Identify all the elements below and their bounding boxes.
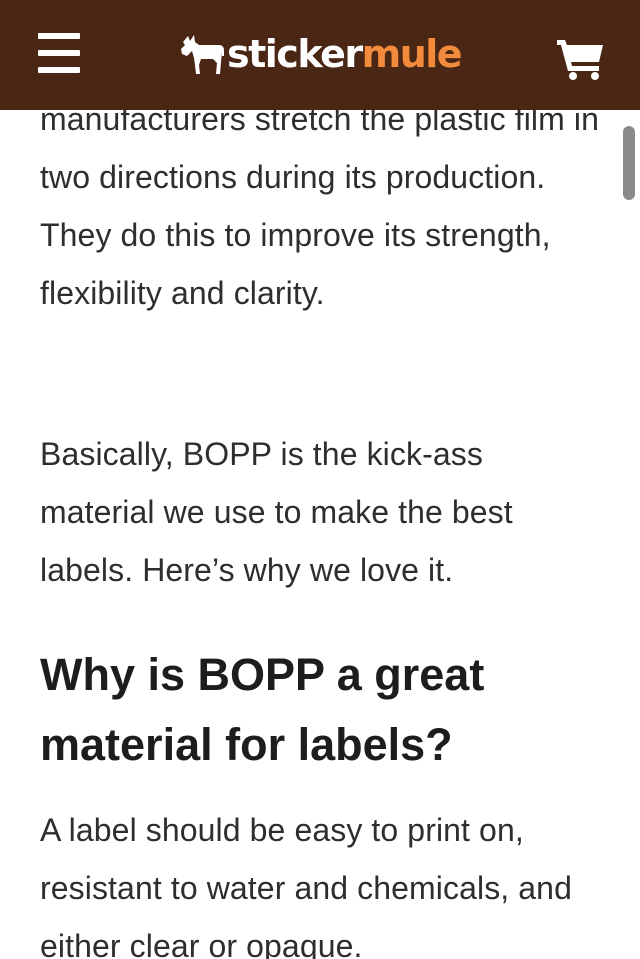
mule-icon bbox=[181, 35, 224, 74]
hamburger-menu-icon[interactable] bbox=[38, 33, 80, 73]
article-paragraph: Basically, BOPP is the kick-ass material… bbox=[40, 436, 513, 588]
shopping-cart-icon[interactable] bbox=[555, 36, 605, 80]
top-navbar: sticker mule bbox=[0, 0, 640, 110]
logo-text-mule: mule bbox=[361, 32, 463, 76]
scrollbar-thumb[interactable] bbox=[623, 126, 635, 200]
section-heading: Why is BOPP a great material for labels? bbox=[40, 649, 485, 770]
stickermule-logo[interactable]: sticker mule bbox=[179, 26, 463, 82]
article-paragraph: A label should be easy to print on, resi… bbox=[40, 812, 572, 959]
article-paragraph: manufacturers stretch the plastic film i… bbox=[40, 101, 599, 311]
logo-text-sticker: sticker bbox=[227, 32, 363, 76]
